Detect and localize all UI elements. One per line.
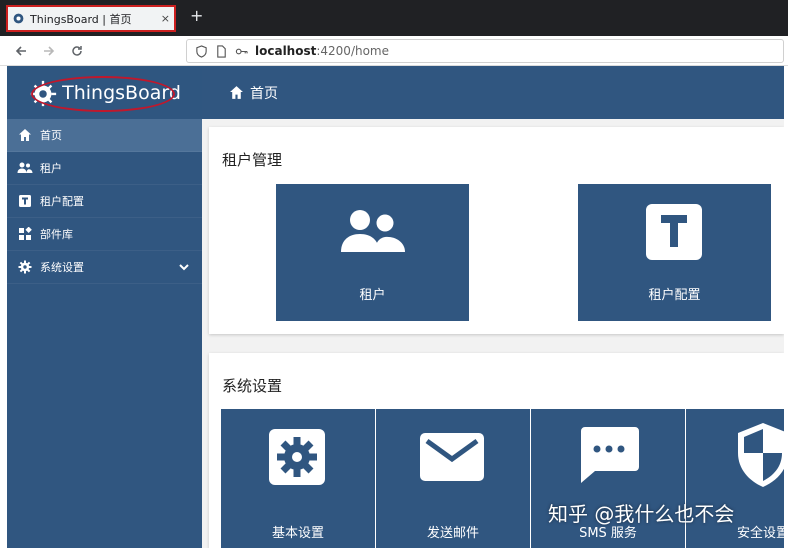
gear-icon (17, 259, 33, 275)
gear-icon (269, 429, 325, 485)
chevron-down-icon[interactable] (178, 261, 190, 273)
tenant-profiles-tile[interactable]: 租户配置 (578, 184, 771, 321)
breadcrumb[interactable]: 首页 (250, 83, 278, 103)
home-icon (17, 127, 33, 143)
tab-title: ThingsBoard | 首页 (30, 12, 132, 26)
sidebar-item-label: 租户配置 (40, 195, 84, 208)
users-icon (17, 160, 33, 176)
back-arrow-icon[interactable] (10, 40, 32, 62)
highlight-ring (31, 76, 175, 112)
sidebar-item-home[interactable]: 首页 (7, 119, 202, 152)
page-icon (217, 44, 226, 58)
top-bar: 首页 (202, 66, 784, 119)
sidebar-item-label: 部件库 (40, 228, 73, 241)
t-box-icon (17, 193, 33, 209)
reload-icon[interactable] (66, 40, 88, 62)
thingsboard-app: ThingsBoard 首页 租户 租户配置 部件库 系统设置 首页 租户管理 … (7, 66, 784, 548)
sidebar-item-tenant-profiles[interactable]: 租户配置 (7, 185, 202, 218)
new-tab-button[interactable]: + (190, 6, 203, 25)
browser-tab-bar: ThingsBoard | 首页 × + (0, 0, 788, 36)
key-icon (235, 48, 248, 54)
tile-label: 租户配置 (648, 288, 701, 303)
section-title: 租户管理 (222, 151, 283, 169)
tile-label: 发送邮件 (426, 526, 479, 541)
general-settings-tile[interactable]: 基本设置 (221, 409, 375, 548)
widgets-icon (17, 226, 33, 242)
sidebar-item-system-settings[interactable]: 系统设置 (7, 251, 202, 284)
sms-icon (581, 427, 639, 483)
shield-icon (738, 423, 784, 487)
sidebar-item-tenants[interactable]: 租户 (7, 152, 202, 185)
browser-tab[interactable]: ThingsBoard | 首页 × (6, 5, 176, 32)
sidebar-item-label: 租户 (40, 162, 62, 175)
t-box-icon (646, 204, 702, 260)
home-icon[interactable] (229, 85, 244, 100)
sidebar: ThingsBoard 首页 租户 租户配置 部件库 系统设置 (7, 66, 202, 548)
tile-label: 基本设置 (271, 526, 324, 541)
address-bar[interactable]: localhost:4200/home (186, 39, 784, 63)
sidebar-item-widgets[interactable]: 部件库 (7, 218, 202, 251)
url-text: localhost:4200/home (255, 44, 389, 58)
security-settings-tile[interactable]: 安全设置 (686, 409, 784, 548)
users-icon (341, 210, 405, 252)
mail-icon (420, 433, 484, 481)
tab-close-icon[interactable]: × (161, 12, 170, 25)
sidebar-menu: 首页 租户 租户配置 部件库 系统设置 (7, 119, 202, 284)
sidebar-item-label: 首页 (40, 129, 62, 142)
shield-outline-icon (196, 44, 207, 58)
watermark: 知乎 @我什么也不会 (548, 502, 735, 526)
brand[interactable]: ThingsBoard (7, 66, 202, 119)
mail-settings-tile[interactable]: 发送邮件 (376, 409, 530, 548)
section-title: 系统设置 (222, 377, 283, 395)
url-path: :4200/home (316, 44, 390, 58)
browser-nav-bar: localhost:4200/home (0, 36, 788, 66)
sidebar-item-label: 系统设置 (40, 261, 84, 274)
tenant-management-card: 租户管理 租户 租户配置 (209, 127, 784, 334)
forward-arrow-icon[interactable] (38, 40, 60, 62)
sms-settings-tile[interactable]: SMS 服务 (531, 409, 685, 548)
tenants-tile[interactable]: 租户 (276, 184, 469, 321)
url-host: localhost (255, 44, 317, 58)
tile-label: 租户 (359, 288, 386, 303)
thingsboard-favicon-icon (13, 13, 24, 24)
